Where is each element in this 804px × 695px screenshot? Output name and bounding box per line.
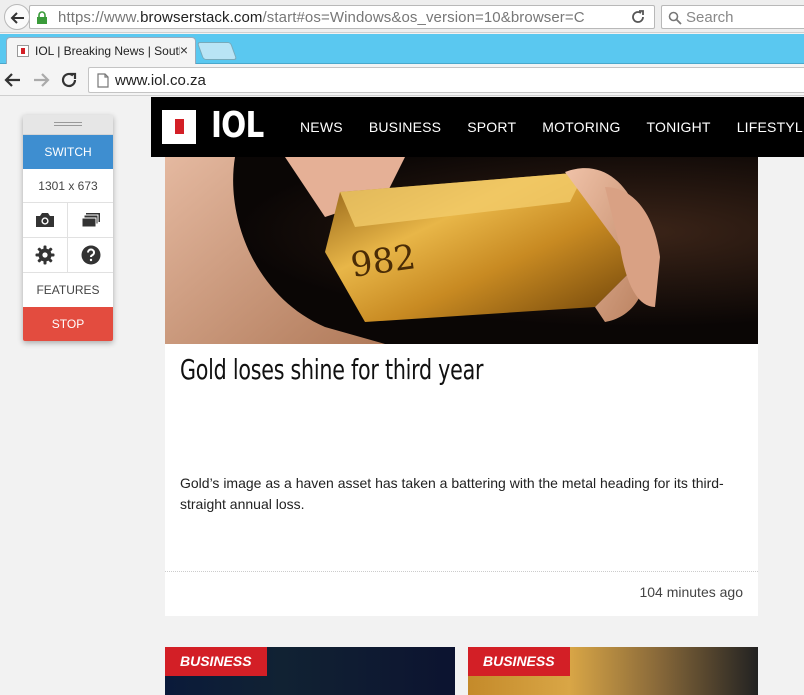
switch-button[interactable]: SWITCH — [23, 135, 113, 169]
nav-motoring[interactable]: MOTORING — [542, 119, 620, 135]
address-text: www.iol.co.za — [115, 72, 206, 89]
inner-nav-bar: www.iol.co.za — [0, 64, 804, 96]
page-viewport: 982 Gold loses shine for third year Gold… — [0, 97, 804, 695]
category-badge: BUSINESS — [468, 647, 570, 676]
tool-row-1 — [23, 203, 113, 238]
screens-icon — [81, 213, 100, 228]
drag-handle[interactable] — [23, 115, 113, 135]
settings-icon — [35, 245, 55, 265]
article-timestamp: 104 minutes ago — [639, 584, 743, 600]
reload-icon[interactable] — [630, 9, 646, 25]
reload-icon[interactable] — [60, 71, 78, 89]
back-icon[interactable] — [4, 71, 22, 89]
iol-favicon-icon — [17, 45, 29, 57]
nav-tonight[interactable]: TONIGHT — [647, 119, 711, 135]
category-badge: BUSINESS — [165, 647, 267, 676]
lock-icon — [37, 11, 47, 24]
outer-browser-toolbar: https://www.browserstack.com/start#os=Wi… — [0, 0, 804, 33]
site-nav: NEWS BUSINESS SPORT MOTORING TONIGHT LIF… — [300, 119, 804, 135]
back-arrow-icon — [10, 12, 24, 24]
business-card-1[interactable]: BUSINESS — [165, 647, 455, 695]
iol-logo-icon[interactable] — [162, 110, 196, 144]
features-button[interactable]: FEATURES — [23, 273, 113, 307]
screenshot-button[interactable] — [23, 203, 68, 237]
tab-close-button[interactable]: × — [180, 42, 188, 58]
resolution-label[interactable]: 1301 x 673 — [23, 169, 113, 203]
new-tab-button[interactable] — [196, 42, 238, 60]
tab-title: IOL | Breaking News | South — [35, 44, 180, 58]
forward-icon[interactable] — [32, 71, 50, 89]
help-icon — [81, 245, 100, 265]
outer-address-bar[interactable]: https://www.browserstack.com/start#os=Wi… — [29, 5, 655, 29]
camera-icon — [36, 213, 54, 227]
card-divider — [165, 571, 758, 572]
article-image[interactable]: 982 — [165, 157, 758, 344]
site-logo-text[interactable]: IOL — [211, 105, 264, 146]
outer-search-box[interactable]: Search — [661, 5, 804, 29]
tab-strip: IOL | Breaking News | South × — [0, 34, 804, 64]
help-button[interactable] — [68, 238, 113, 272]
nav-news[interactable]: NEWS — [300, 119, 343, 135]
browserstack-panel: SWITCH 1301 x 673 FEATURES STOP — [23, 115, 113, 341]
business-card-2[interactable]: BUSINESS — [468, 647, 758, 695]
tab-iol[interactable]: IOL | Breaking News | South × — [6, 37, 196, 64]
article-card[interactable]: 982 Gold loses shine for third year Gold… — [165, 157, 758, 616]
screens-button[interactable] — [68, 203, 113, 237]
gold-bar-photo: 982 — [165, 157, 660, 344]
nav-sport[interactable]: SPORT — [467, 119, 516, 135]
search-placeholder: Search — [686, 9, 734, 26]
settings-button[interactable] — [23, 238, 68, 272]
address-bar[interactable]: www.iol.co.za — [88, 67, 804, 93]
site-header: IOL NEWS BUSINESS SPORT MOTORING TONIGHT… — [151, 97, 804, 157]
page-icon — [97, 73, 109, 88]
tool-row-2 — [23, 238, 113, 273]
outer-back-button[interactable] — [4, 4, 30, 30]
nav-business[interactable]: BUSINESS — [369, 119, 441, 135]
outer-url-text: https://www.browserstack.com/start#os=Wi… — [58, 9, 585, 26]
stop-button[interactable]: STOP — [23, 307, 113, 341]
search-icon — [668, 11, 682, 25]
article-summary: Gold’s image as a haven asset has taken … — [180, 475, 724, 512]
article-headline[interactable]: Gold loses shine for third year — [180, 353, 484, 386]
nav-lifestyle[interactable]: LIFESTYLE — [737, 119, 804, 135]
